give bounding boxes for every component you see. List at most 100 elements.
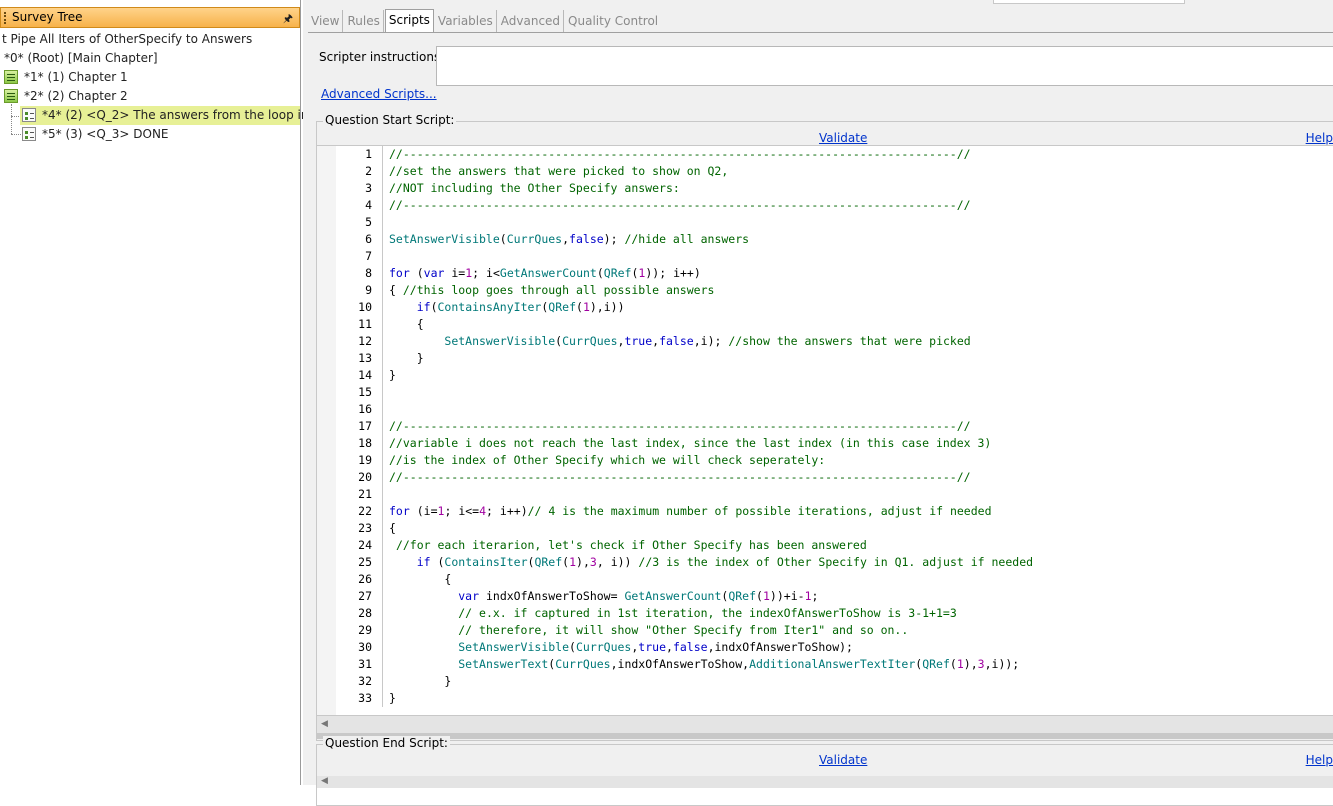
code-text: //--------------------------------------… [389,470,971,484]
code-text: } [389,368,396,382]
code-text: } [389,674,452,688]
code-line: 21 [336,486,1333,503]
question-end-script-group: Question End Script: Validate Help ◀ [316,736,1333,806]
code-text: SetAnswerVisible(CurrQues,true,false,ind… [458,640,853,654]
question-start-script-title: Question Start Script: [323,113,457,127]
code-text: //NOT including the Other Specify answer… [389,181,680,195]
top-search-field[interactable] [993,0,1185,4]
line-number: 33 [336,690,383,707]
code-line: 3 //NOT including the Other Specify answe… [336,180,1333,197]
line-number: 29 [336,622,383,639]
code-text: if (ContainsIter(QRef(1),3, i)) //3 is t… [416,555,1034,569]
horizontal-scrollbar[interactable]: ◀ [317,715,1333,733]
validate-start-link[interactable]: Validate [819,131,867,145]
line-number: 25 [336,554,383,571]
editor-tabs: View Rules Scripts Variables Advanced Quality… [308,9,662,34]
line-number: 22 [336,503,383,520]
tab-variables[interactable]: Variables [435,10,497,32]
scripter-instructions-field[interactable] [436,46,1333,86]
code-line: 5 [336,214,1333,231]
code-text: for (i=1; i<=4; i++)// 4 is the maximum … [389,504,992,518]
line-number: 27 [336,588,383,605]
tree-item-label: *0* (Root) [Main Chapter] [4,51,158,65]
scroll-left-arrow-icon[interactable]: ◀ [321,719,328,729]
code-text: SetAnswerText(CurrQues,indxOfAnswerToSho… [458,657,1020,671]
tree-item-survey[interactable]: t Pipe All Iters of OtherSpecify to Answ… [2,30,252,49]
code-line: 2 //set the answers that were picked to s… [336,163,1333,180]
code-line: 22 for (i=1; i<=4; i++)// 4 is the maximu… [336,503,1333,520]
code-text: SetAnswerVisible(CurrQues,false); //hide… [389,232,750,246]
code-line: 14} [336,367,1333,384]
tree-item-chapter-1[interactable]: *1* (1) Chapter 1 [4,68,128,87]
code-line: 26 { [336,571,1333,588]
code-line: 4 //-------------------------------------… [336,197,1333,214]
line-number: 32 [336,673,383,690]
code-line: 33} [336,690,1333,707]
line-number: 1 [336,146,383,163]
tree-item-label: *2* (2) Chapter 2 [24,89,128,103]
code-text: if(ContainsAnyIter(QRef(1),i)) [416,300,625,314]
line-number: 23 [336,520,383,537]
tree-item-label: *1* (1) Chapter 1 [24,70,128,84]
line-number: 12 [336,333,383,350]
tree-item-chapter-2[interactable]: *2* (2) Chapter 2 [4,87,128,106]
tab-view[interactable]: View [308,10,344,32]
question-end-script-title: Question End Script: [323,736,450,750]
code-line: 27 var indxOfAnswerToShow= GetAnswerCoun… [336,588,1333,605]
splitter[interactable] [317,733,1333,739]
line-number: 15 [336,384,383,401]
tab-quality-control[interactable]: Quality Control [565,10,661,32]
code-text: } [389,351,424,365]
code-line: 11 { [336,316,1333,333]
help-start-link[interactable]: Help [1306,131,1333,145]
advanced-scripts-link[interactable]: Advanced Scripts... [321,87,437,101]
code-text: //set the answers that were picked to sh… [389,164,729,178]
code-line: 6 SetAnswerVisible(CurrQues,false); //hid… [336,231,1333,248]
line-number: 24 [336,537,383,554]
validate-end-link[interactable]: Validate [819,753,867,767]
tree-item-root[interactable]: *0* (Root) [Main Chapter] [4,49,158,68]
code-text: // therefore, it will show "Other Specif… [458,623,909,637]
tab-scripts[interactable]: Scripts [384,9,434,34]
code-text: //--------------------------------------… [389,198,971,212]
code-line: 30 SetAnswerVisible(CurrQues,true,false,… [336,639,1333,656]
pin-icon[interactable]: 🖈 [283,9,293,28]
code-text: { //this loop goes through all possible … [389,283,715,297]
tree-item-q2[interactable]: *4* (2) <Q_2> The answers from the loop … [20,106,330,125]
code-text: { [389,317,424,331]
drag-grip-icon[interactable] [4,12,8,24]
line-number: 31 [336,656,383,673]
help-end-link[interactable]: Help [1306,753,1333,767]
end-script-scrollbar[interactable]: ◀ [317,776,1333,788]
code-line: 9 { //this loop goes through all possible… [336,282,1333,299]
line-number: 2 [336,163,383,180]
line-number: 26 [336,571,383,588]
tab-rules[interactable]: Rules [344,10,384,32]
code-line: 8 for (var i=1; i<GetAnswerCount(QRef(1))… [336,265,1333,282]
line-number: 18 [336,435,383,452]
survey-tree-header: Survey Tree 🖈 [0,7,300,28]
editor-margin [317,146,336,715]
code-line: 23 { [336,520,1333,537]
code-text: { [389,521,396,535]
code-line: 1 //-------------------------------------… [336,146,1333,163]
tree-connector [11,104,12,134]
tree-connector [11,134,21,135]
code-line: 18 //variable i does not reach the last i… [336,435,1333,452]
line-number: 17 [336,418,383,435]
line-number: 19 [336,452,383,469]
line-number: 3 [336,180,383,197]
line-number: 10 [336,299,383,316]
tab-advanced[interactable]: Advanced [498,10,565,32]
tree-item-label: t Pipe All Iters of OtherSpecify to Answ… [2,32,253,46]
line-number: 9 [336,282,383,299]
start-script-editor[interactable]: 1 //-------------------------------------… [317,145,1333,715]
tree-item-q3[interactable]: *5* (3) <Q_3> DONE [22,125,169,144]
code-text: { [389,572,452,586]
line-number: 8 [336,265,383,282]
code-text: } [389,691,396,705]
chapter-icon [4,89,18,103]
code-text: for (var i=1; i<GetAnswerCount(QRef(1));… [389,266,701,280]
scripter-instructions-label: Scripter instructions: [319,50,445,64]
line-number: 14 [336,367,383,384]
